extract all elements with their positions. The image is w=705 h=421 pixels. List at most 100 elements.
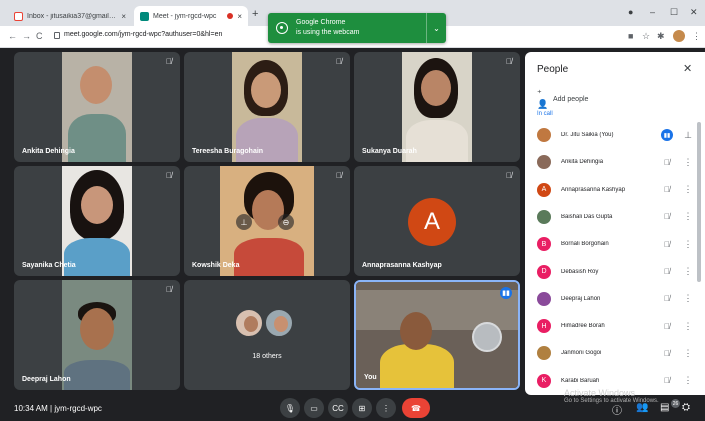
participant-row[interactable]: Janmoni Gogoi 🎙̸ ⋮ — [525, 340, 697, 366]
close-tab-icon[interactable]: × — [237, 12, 242, 21]
participant-name: Debasish Roy — [561, 268, 599, 275]
avatar — [537, 128, 551, 142]
participant-row[interactable]: D Debasish Roy 🎙̸ ⋮ — [525, 259, 697, 285]
more-options-icon[interactable]: ⋮ — [683, 266, 693, 277]
add-people-button[interactable]: ⁺👤 Add people — [537, 88, 588, 110]
scrollbar[interactable] — [697, 122, 701, 282]
video-tile[interactable]: 🎙̸ Sayanika Chetia — [14, 166, 180, 276]
webcam-icon — [276, 22, 288, 34]
avatar — [234, 308, 264, 338]
muted-mic-icon: 🎙̸ — [664, 157, 670, 167]
camera-in-use-icon[interactable]: ■ — [628, 31, 633, 41]
more-options-icon[interactable]: ⋮ — [683, 375, 693, 386]
participant-name: Baishali Das Gupta — [561, 213, 613, 220]
participant-name: Himadree Borah — [561, 323, 605, 330]
participant-row[interactable]: Baishali Das Gupta 🎙̸ ⋮ — [525, 204, 697, 230]
tab-meet[interactable]: Meet - jym-rgcd-wpc × — [134, 6, 248, 26]
participant-video — [62, 166, 132, 276]
participant-video — [62, 280, 132, 390]
extensions-icon[interactable]: ✱ — [657, 31, 665, 42]
tab-inbox[interactable]: Inbox - jitusaikia37@gmail.com × — [8, 6, 132, 26]
close-window-button[interactable]: ✕ — [690, 7, 698, 18]
forward-button[interactable]: → — [22, 31, 31, 41]
video-tile[interactable]: 🎙̸ Deepraj Lahon — [14, 280, 180, 390]
account-circle-icon[interactable]: ● — [628, 7, 633, 17]
clock-text: 10:34 AM — [14, 404, 48, 413]
more-options-icon[interactable]: ⋮ — [683, 293, 693, 304]
back-button[interactable]: ← — [8, 31, 17, 41]
panel-title: People — [537, 64, 569, 75]
pin-icon[interactable]: ⊥ — [236, 214, 252, 230]
url-field[interactable]: meet.google.com/jym-rgcd-wpc?authuser=0&… — [64, 31, 222, 38]
avatar: B — [537, 237, 551, 252]
participant-row[interactable]: Dr. Jitu Saikia (You) ▮▮ ⊥ — [525, 122, 697, 148]
webcam-notification[interactable]: Google Chrome is using the webcam ⌄ — [268, 13, 446, 43]
video-tile[interactable]: 🎙̸ Kowshik Deka — [184, 166, 350, 276]
avatar: D — [537, 264, 551, 279]
maximize-button[interactable]: ☐ — [670, 7, 678, 18]
microphone-button[interactable]: 🎙 — [280, 398, 300, 418]
others-tile[interactable] — [184, 280, 350, 390]
muted-mic-icon: 🎙̸ — [166, 171, 172, 180]
muted-mic-icon: 🎙̸ — [336, 171, 342, 180]
more-options-button[interactable]: ⋮ — [376, 398, 396, 418]
menu-icon[interactable]: ⋮ — [692, 31, 701, 42]
self-video — [356, 282, 518, 388]
muted-mic-icon: 🎙̸ — [664, 294, 670, 304]
participant-name: Annaprasanna Kashyap — [561, 186, 626, 193]
avatar: A — [537, 182, 551, 197]
avatar — [264, 308, 294, 338]
close-tab-icon[interactable]: × — [121, 12, 126, 21]
new-tab-button[interactable]: + — [252, 8, 258, 20]
end-call-button[interactable]: ☎ — [402, 398, 430, 418]
more-options-icon[interactable]: ⋮ — [683, 239, 693, 250]
camera-button[interactable]: ▭ — [304, 398, 324, 418]
profile-avatar[interactable] — [673, 30, 685, 42]
participant-row[interactable]: A Annaprasanna Kashyap 🎙̸ ⋮ — [525, 177, 697, 203]
muted-mic-icon: 🎙̸ — [166, 57, 172, 66]
activities-icon[interactable]: ⛭ — [682, 402, 690, 413]
participant-name: You — [364, 374, 377, 381]
chevron-down-icon[interactable]: ⌄ — [426, 13, 446, 43]
participant-video — [62, 52, 132, 162]
participant-name: Sukanya Duarah — [362, 148, 417, 155]
participant-row[interactable]: B Bornali Borgohain 🎙̸ ⋮ — [525, 231, 697, 257]
self-video-tile[interactable]: ▮▮ You — [354, 280, 520, 390]
participant-name: Deepraj Lahon — [22, 376, 71, 383]
video-tile[interactable]: 🎙̸ Sukanya Duarah — [354, 52, 520, 162]
present-button[interactable]: ⊞ — [352, 398, 372, 418]
muted-mic-icon: 🎙̸ — [664, 267, 670, 276]
lock-icon — [54, 32, 60, 39]
avatar: H — [537, 319, 551, 334]
more-options-icon[interactable]: ⋮ — [683, 321, 693, 332]
participant-video — [402, 52, 472, 162]
captions-button[interactable]: CC — [328, 398, 348, 418]
participant-row[interactable]: H Himadree Borah 🎙̸ ⋮ — [525, 313, 697, 339]
reload-button[interactable]: C — [36, 31, 43, 41]
participant-name: Sayanika Chetia — [22, 262, 76, 269]
participant-name: Tereesha Buragohain — [192, 148, 264, 155]
participant-row[interactable]: Deepraj Lahon 🎙̸ ⋮ — [525, 286, 697, 312]
more-options-icon[interactable]: ⋮ — [683, 184, 693, 195]
remove-icon[interactable]: ⊖ — [278, 214, 294, 230]
more-options-icon[interactable]: ⋮ — [683, 348, 693, 359]
close-icon[interactable]: ✕ — [683, 62, 692, 75]
star-icon[interactable]: ☆ — [642, 31, 650, 42]
participant-row[interactable]: Ankita Dehingia 🎙̸ ⋮ — [525, 149, 697, 175]
muted-mic-icon: 🎙̸ — [166, 285, 172, 294]
speaking-indicator-icon: ▮▮ — [500, 287, 512, 299]
video-tile[interactable]: 🎙̸ Tereesha Buragohain — [184, 52, 350, 162]
info-icon[interactable]: ⓘ — [612, 402, 622, 417]
chat-icon[interactable]: ▤ — [660, 402, 669, 413]
section-label: In call — [537, 111, 553, 117]
participant-name: Bornali Borgohain — [561, 241, 609, 248]
screen: Inbox - jitusaikia37@gmail.com × Meet - … — [0, 0, 705, 421]
more-options-icon[interactable]: ⋮ — [683, 211, 693, 222]
video-tile[interactable]: 🎙̸ Ankita Dehingia — [14, 52, 180, 162]
minimize-button[interactable]: – — [650, 7, 655, 17]
muted-mic-icon: 🎙̸ — [664, 185, 670, 195]
more-options-icon[interactable]: ⋮ — [683, 157, 693, 168]
participant-name: Janmoni Gogoi — [561, 350, 602, 357]
pin-icon[interactable]: ⊥ — [683, 130, 693, 141]
gmail-icon — [14, 11, 23, 21]
